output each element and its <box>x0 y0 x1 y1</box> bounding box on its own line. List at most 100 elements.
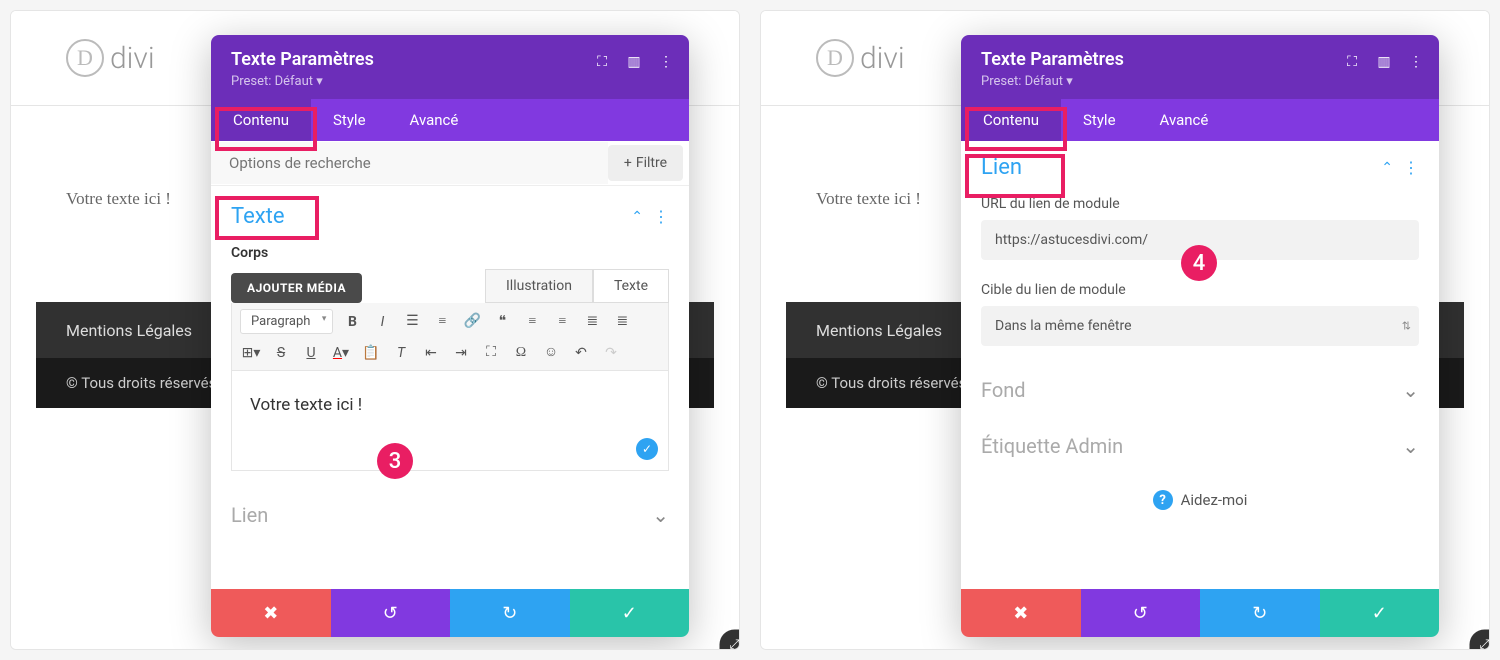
page-body-text: Votre texte ici ! <box>66 189 171 209</box>
divi-logo: D divi <box>816 39 905 77</box>
help-icon: ? <box>1153 490 1173 510</box>
modal-header[interactable]: Texte Paramètres Preset: Défaut ▾ ⛶ ▥ ⋮ <box>211 35 689 99</box>
logo-mark: D <box>66 39 104 77</box>
indent-icon[interactable]: ⇥ <box>450 342 472 364</box>
screenshot-left: D divi Votre texte ici ! Mentions Légale… <box>10 10 740 650</box>
editor-textarea[interactable]: Votre texte ici ! ✓ <box>231 371 669 471</box>
expand-icon[interactable]: ⛶ <box>593 53 611 71</box>
ol-icon[interactable]: ≡ <box>431 311 453 333</box>
chevron-down-icon: ⌄ <box>1402 378 1419 402</box>
modal-footer: ✖ ↺ ↻ ✓ <box>961 589 1439 637</box>
screenshot-right: D divi Votre texte ici ! Mentions Légale… <box>760 10 1490 650</box>
logo-mark: D <box>816 39 854 77</box>
strike-icon[interactable]: S <box>270 342 292 364</box>
expand-icon[interactable]: ⛶ <box>1343 53 1361 71</box>
section-lien-header[interactable]: Lien ⌃ ⋮ <box>961 141 1439 188</box>
undo-button[interactable]: ↺ <box>331 589 451 637</box>
modal-preset[interactable]: Preset: Défaut ▾ <box>231 74 669 89</box>
underline-icon[interactable]: U <box>300 342 322 364</box>
tab-advanced[interactable]: Avancé <box>1138 99 1231 141</box>
columns-icon[interactable]: ▥ <box>1375 53 1393 71</box>
chevron-down-icon: ⌄ <box>1402 434 1419 458</box>
modal-footer: ✖ ↺ ↻ ✓ <box>211 589 689 637</box>
logo-text: divi <box>860 41 905 76</box>
redo-button[interactable]: ↻ <box>1200 589 1320 637</box>
paragraph-select[interactable]: Paragraph <box>240 309 333 334</box>
kebab-icon[interactable]: ⋮ <box>657 53 675 71</box>
chevron-down-icon: ⌄ <box>652 503 669 527</box>
align-justify-icon[interactable]: ≣ <box>581 311 603 333</box>
target-select[interactable]: Dans la même fenêtre <box>981 306 1419 346</box>
tab-advanced[interactable]: Avancé <box>388 99 481 141</box>
url-label: URL du lien de module <box>981 196 1419 212</box>
section-kebab-icon[interactable]: ⋮ <box>1403 158 1419 177</box>
section-admin-title: Étiquette Admin <box>981 434 1123 458</box>
quote-icon[interactable]: ❝ <box>491 311 513 333</box>
check-badge-icon[interactable]: ✓ <box>636 438 658 460</box>
help-link[interactable]: ? Aidez-moi <box>961 474 1439 526</box>
footer-link-mentions[interactable]: Mentions Légales <box>816 321 942 340</box>
help-text: Aidez-moi <box>1181 491 1248 509</box>
cancel-button[interactable]: ✖ <box>211 589 331 637</box>
kebab-icon[interactable]: ⋮ <box>1407 53 1425 71</box>
omega-icon[interactable]: Ω <box>510 342 532 364</box>
section-fond-collapsed[interactable]: Fond ⌄ <box>961 362 1439 418</box>
search-input[interactable] <box>211 142 608 184</box>
target-label: Cible du lien de module <box>981 282 1419 298</box>
settings-modal: Texte Paramètres Preset: Défaut ▾ ⛶ ▥ ⋮ … <box>961 35 1439 637</box>
tab-style[interactable]: Style <box>311 99 388 141</box>
filter-button[interactable]: +Filtre <box>608 145 683 181</box>
tab-content[interactable]: Contenu <box>961 99 1061 141</box>
modal-header[interactable]: Texte Paramètres Preset: Défaut ▾ ⛶ ▥ ⋮ <box>961 35 1439 99</box>
section-texte-body: Corps AJOUTER MÉDIA Illustration Texte P… <box>211 237 689 487</box>
tabs-bar: Contenu Style Avancé <box>961 99 1439 141</box>
section-kebab-icon[interactable]: ⋮ <box>653 207 669 226</box>
table-icon[interactable]: ⊞▾ <box>240 342 262 364</box>
chevron-up-icon[interactable]: ⌃ <box>631 209 643 225</box>
section-lien-title: Lien <box>981 155 1022 180</box>
undo-icon[interactable]: ↶ <box>570 342 592 364</box>
annotation-badge-4: 4 <box>1181 245 1217 281</box>
editor-tab-text[interactable]: Texte <box>593 269 669 303</box>
corps-label: Corps <box>231 245 669 261</box>
bold-icon[interactable]: B <box>341 311 363 333</box>
emoji-icon[interactable]: ☺ <box>540 342 562 364</box>
search-row: +Filtre <box>211 141 689 186</box>
cancel-button[interactable]: ✖ <box>961 589 1081 637</box>
align-full-icon[interactable]: ≣ <box>611 311 633 333</box>
chevron-up-icon[interactable]: ⌃ <box>1381 160 1393 176</box>
footer-link-mentions[interactable]: Mentions Légales <box>66 321 192 340</box>
redo-icon[interactable]: ↷ <box>600 342 622 364</box>
tabs-bar: Contenu Style Avancé <box>211 99 689 141</box>
paste-icon[interactable]: 📋 <box>360 342 382 364</box>
tab-style[interactable]: Style <box>1061 99 1138 141</box>
section-admin-collapsed[interactable]: Étiquette Admin ⌄ <box>961 418 1439 474</box>
link-icon[interactable]: 🔗 <box>461 311 483 333</box>
outdent-icon[interactable]: ⇤ <box>420 342 442 364</box>
editor-content: Votre texte ici ! <box>250 395 362 415</box>
section-lien-collapsed[interactable]: Lien ⌄ <box>211 487 689 543</box>
section-fond-title: Fond <box>981 378 1026 402</box>
divi-logo: D divi <box>66 39 155 77</box>
page-body-text: Votre texte ici ! <box>816 189 921 209</box>
editor-toolbar: Paragraph B I ☰ ≡ 🔗 ❝ ≡ ≡ ≣ ≣ ⊞▾ S U A▾ … <box>231 303 669 371</box>
editor-tab-visual[interactable]: Illustration <box>485 269 593 303</box>
section-texte-header[interactable]: Texte ⌃ ⋮ <box>211 186 689 237</box>
redo-button[interactable]: ↻ <box>450 589 570 637</box>
align-left-icon[interactable]: ≡ <box>521 311 543 333</box>
tab-content[interactable]: Contenu <box>211 99 311 141</box>
align-center-icon[interactable]: ≡ <box>551 311 573 333</box>
add-media-button[interactable]: AJOUTER MÉDIA <box>231 273 362 303</box>
undo-button[interactable]: ↺ <box>1081 589 1201 637</box>
plus-icon: + <box>624 155 632 171</box>
fullscreen-icon[interactable]: ⛶ <box>480 342 502 364</box>
textcolor-icon[interactable]: A▾ <box>330 342 352 364</box>
clear-icon[interactable]: T <box>390 342 412 364</box>
columns-icon[interactable]: ▥ <box>625 53 643 71</box>
section-lien-title: Lien <box>231 503 268 527</box>
save-button[interactable]: ✓ <box>1320 589 1440 637</box>
italic-icon[interactable]: I <box>371 311 393 333</box>
save-button[interactable]: ✓ <box>570 589 690 637</box>
ul-icon[interactable]: ☰ <box>401 311 423 333</box>
modal-preset[interactable]: Preset: Défaut ▾ <box>981 74 1419 89</box>
